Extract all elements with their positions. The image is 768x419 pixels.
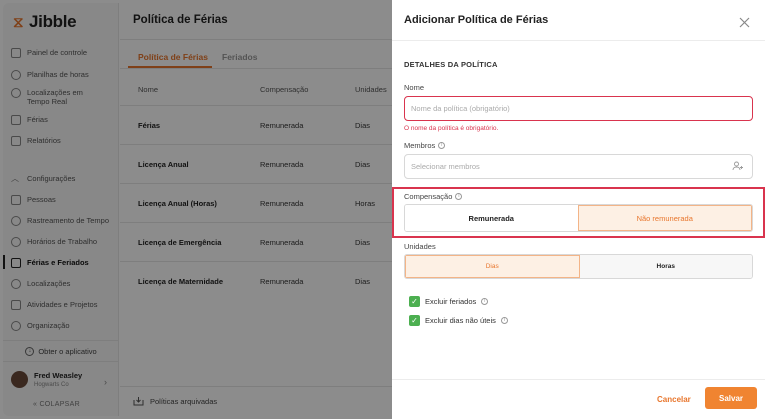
divider [392,379,765,380]
info-icon[interactable]: i [455,193,463,200]
cancel-button[interactable]: Cancelar [657,388,691,410]
policy-name-input[interactable] [404,96,753,121]
name-label-text: Nome [404,83,425,92]
save-button[interactable]: Salvar [705,387,757,409]
checkbox-checked-icon[interactable]: ✓ [409,296,420,307]
units-option-days[interactable]: Dias [405,255,580,278]
compensation-segmented-control: Remunerada Não remunerada [404,204,753,232]
exclude-nonworking-row[interactable]: ✓ Excluir dias não úteis i [409,315,508,326]
close-icon[interactable] [739,17,750,28]
name-error-message: O nome da política é obrigatório. [404,125,499,132]
members-select[interactable] [404,154,753,179]
name-label: Nome [404,83,424,92]
members-label-text: Membros [404,141,436,150]
compensation-label-text: Compensação [404,192,453,201]
info-icon[interactable]: i [481,298,489,305]
exclude-nonworking-label: Excluir dias não úteis [425,316,496,325]
units-label-text: Unidades [404,242,436,251]
modal-backdrop[interactable] [0,0,392,419]
compensation-label: Compensação i [404,192,463,201]
info-icon[interactable]: i [438,142,446,149]
units-segmented-control: Dias Horas [404,254,753,279]
members-label: Membros i [404,141,446,150]
exclude-holidays-label: Excluir feriados [425,297,477,306]
checkbox-checked-icon[interactable]: ✓ [409,315,420,326]
panel-title: Adicionar Política de Férias [404,14,549,26]
info-icon[interactable]: i [500,317,508,324]
exclude-holidays-row[interactable]: ✓ Excluir feriados i [409,296,489,307]
divider [392,40,765,41]
add-leave-policy-panel: Adicionar Política de Férias DETALHES DA… [392,3,765,416]
add-user-icon [732,161,743,171]
section-title: DETALHES DA POLÍTICA [404,60,498,69]
compensation-option-paid[interactable]: Remunerada [405,205,578,231]
units-label: Unidades [404,242,436,251]
compensation-option-unpaid[interactable]: Não remunerada [577,205,752,231]
units-option-hours[interactable]: Horas [579,255,752,278]
